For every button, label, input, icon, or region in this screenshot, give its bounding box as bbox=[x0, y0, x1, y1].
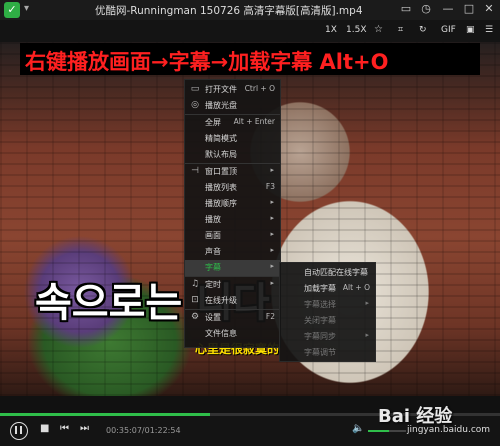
volume-icon[interactable]: 🔈 bbox=[352, 423, 364, 434]
instruction-text: 右键播放画面→字幕→加载字幕 Alt+O bbox=[25, 50, 389, 74]
menu-item[interactable]: 精简模式 bbox=[185, 131, 280, 147]
submenu-item: 字幕调节 bbox=[280, 345, 375, 361]
menu-item-shortcut: F2 bbox=[265, 312, 275, 321]
stop-icon[interactable]: ■ bbox=[40, 423, 49, 434]
speed-1-5x-button[interactable]: 1.5X bbox=[346, 25, 366, 35]
menu-item[interactable]: ⚙ 设置 F2 bbox=[185, 310, 280, 326]
submenu-item[interactable]: 加载字幕 Alt + O bbox=[280, 281, 375, 297]
submenu-arrow-icon: ▸ bbox=[270, 230, 274, 238]
menu-item[interactable]: 字幕 ▸ bbox=[185, 260, 280, 276]
submenu-item-label: 加载字幕 bbox=[304, 284, 336, 293]
star-icon[interactable]: ☆ bbox=[374, 24, 383, 35]
logo-dropdown-icon[interactable]: ▾ bbox=[24, 3, 29, 14]
window-title: 优酷网-Runningman 150726 高清字幕版[高清版].mp4 bbox=[95, 5, 363, 17]
menu-item[interactable]: ⊣ 窗口置顶 ▸ bbox=[185, 164, 280, 180]
minimize-icon[interactable]: — bbox=[440, 2, 456, 15]
more-icon[interactable]: ☰ bbox=[485, 25, 493, 35]
maximize-icon[interactable]: □ bbox=[461, 2, 477, 15]
submenu-arrow-icon: ▸ bbox=[270, 198, 274, 206]
submenu-item-label: 字幕同步 bbox=[304, 332, 336, 341]
menu-item-label: 画面 bbox=[205, 231, 221, 240]
submenu-item-label: 字幕选择 bbox=[304, 300, 336, 309]
submenu-arrow-icon: ▸ bbox=[270, 279, 274, 287]
menu-item-label: 文件信息 bbox=[205, 329, 237, 338]
menu-item-label: 设置 bbox=[205, 313, 221, 322]
pause-icon-bar bbox=[20, 426, 22, 434]
menu-item[interactable]: ▭ 打开文件 Ctrl + O bbox=[185, 82, 280, 98]
submenu-arrow-icon: ▸ bbox=[365, 299, 369, 307]
menu-item-label: 播放顺序 bbox=[205, 199, 237, 208]
mini-mode-icon[interactable]: ▭ bbox=[398, 2, 414, 15]
baidu-watermark-url: jingyan.baidu.com bbox=[407, 425, 491, 435]
volume-slider[interactable] bbox=[368, 430, 406, 432]
pause-button[interactable] bbox=[10, 422, 28, 440]
submenu-arrow-icon: ▸ bbox=[270, 214, 274, 222]
menu-item-label: 在线升级 bbox=[205, 296, 237, 305]
time-display: 00:35:07/01:22:54 bbox=[106, 426, 181, 435]
menu-item[interactable]: 播放顺序 ▸ bbox=[185, 196, 280, 212]
menu-item[interactable]: ♫ 定时 ▸ bbox=[185, 277, 280, 293]
menu-item-label: 播放 bbox=[205, 215, 221, 224]
menu-item-label: 打开文件 bbox=[205, 85, 237, 94]
menu-item-label: 定时 bbox=[205, 280, 221, 289]
gif-button[interactable]: GIF bbox=[441, 25, 456, 35]
app-logo[interactable]: ✓ bbox=[4, 2, 20, 18]
menu-item-label: 全屏 bbox=[205, 118, 221, 127]
submenu-item-label: 自动匹配在线字幕 bbox=[304, 268, 368, 277]
submenu-item-shortcut: Alt + O bbox=[342, 283, 370, 292]
menu-item[interactable]: ⊡ 在线升级 bbox=[185, 293, 280, 309]
menu-item-label: 播放光盘 bbox=[205, 101, 237, 110]
submenu-item: 字幕选择 ▸ bbox=[280, 297, 375, 313]
context-menu: ▭ 打开文件 Ctrl + O ◎ 播放光盘全屏 Alt + Enter 精简模式默认布局 ⊣… bbox=[184, 79, 281, 348]
volume-fill bbox=[368, 430, 389, 432]
screenshot-icon[interactable]: ▣ bbox=[466, 25, 475, 35]
upgrade-icon: ⊡ bbox=[191, 295, 199, 305]
menu-item[interactable]: 全屏 Alt + Enter bbox=[185, 115, 280, 131]
submenu-arrow-icon: ▸ bbox=[365, 331, 369, 339]
close-icon[interactable]: ✕ bbox=[481, 2, 497, 15]
folder-icon: ▭ bbox=[190, 84, 200, 94]
menu-item-shortcut: F3 bbox=[265, 182, 275, 191]
menu-item-shortcut: Alt + Enter bbox=[233, 117, 275, 126]
bell-icon: ♫ bbox=[190, 279, 200, 289]
next-icon[interactable]: ⏭ bbox=[80, 423, 89, 434]
menu-item-label: 声音 bbox=[205, 247, 221, 256]
title-bar: ✓ ▾ 优酷网-Runningman 150726 高清字幕版[高清版].mp4… bbox=[0, 0, 500, 20]
submenu-arrow-icon: ▸ bbox=[270, 262, 274, 270]
submenu-item[interactable]: 自动匹配在线字幕 bbox=[280, 265, 375, 281]
menu-item-label: 默认布局 bbox=[205, 150, 237, 159]
gear-icon: ⚙ bbox=[190, 312, 200, 322]
rotate-icon[interactable]: ↻ bbox=[419, 25, 427, 35]
menu-item-label: 窗口置顶 bbox=[205, 167, 237, 176]
speed-1x-button[interactable]: 1X bbox=[325, 25, 337, 35]
submenu-item: 关闭字幕 bbox=[280, 313, 375, 329]
submenu-arrow-icon: ▸ bbox=[270, 166, 274, 174]
menu-item[interactable]: 声音 ▸ bbox=[185, 244, 280, 260]
crop-icon[interactable]: ⌗ bbox=[398, 25, 403, 35]
submenu-item-label: 字幕调节 bbox=[304, 348, 336, 357]
history-icon[interactable]: ◷ bbox=[418, 2, 434, 15]
menu-item[interactable]: 文件信息 bbox=[185, 326, 280, 342]
menu-item[interactable]: ◎ 播放光盘 bbox=[185, 98, 280, 114]
pin-icon: ⊣ bbox=[191, 166, 199, 176]
subtitle-submenu: 自动匹配在线字幕 加载字幕 Alt + O 字幕选择 ▸ 关闭字幕字幕同步 ▸ 字幕调节 bbox=[279, 262, 376, 362]
previous-icon[interactable]: ⏮ bbox=[60, 423, 69, 434]
submenu-arrow-icon: ▸ bbox=[270, 246, 274, 254]
top-toolbar: 1X 1.5X ☆ ⌗ ↻ GIF ▣ ☰ bbox=[0, 20, 500, 42]
menu-item-label: 字幕 bbox=[205, 263, 221, 272]
menu-item-shortcut: Ctrl + O bbox=[244, 84, 275, 93]
menu-item-label: 播放列表 bbox=[205, 183, 237, 192]
menu-item[interactable]: 默认布局 bbox=[185, 147, 280, 163]
pause-icon-bar bbox=[15, 426, 17, 434]
disc-icon: ◎ bbox=[191, 100, 199, 110]
menu-item[interactable]: 画面 ▸ bbox=[185, 228, 280, 244]
submenu-item: 字幕同步 ▸ bbox=[280, 329, 375, 345]
menu-item-label: 精简模式 bbox=[205, 134, 237, 143]
menu-item[interactable]: 播放列表 F3 bbox=[185, 180, 280, 196]
submenu-item-label: 关闭字幕 bbox=[304, 316, 336, 325]
menu-item[interactable]: 播放 ▸ bbox=[185, 212, 280, 228]
